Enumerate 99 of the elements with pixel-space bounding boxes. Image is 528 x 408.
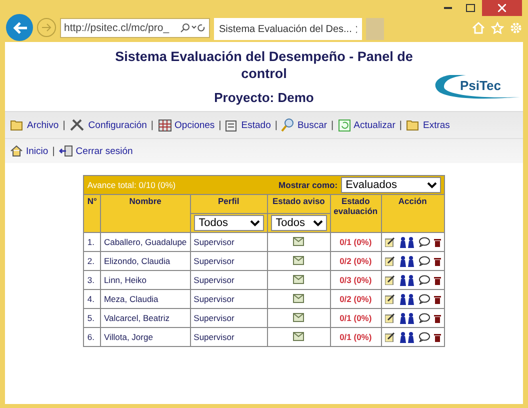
- separator: |: [52, 146, 55, 156]
- table-cell: 0/2 (0%): [330, 252, 382, 270]
- column-header: Nombre: [100, 194, 190, 232]
- column-header: Acción: [381, 194, 444, 232]
- back-arrow-icon[interactable]: [12, 20, 28, 34]
- table-cell: Supervisor: [190, 232, 268, 252]
- menu-link[interactable]: Actualizar: [338, 118, 396, 132]
- search-icon: [281, 118, 294, 132]
- separator: |: [150, 120, 154, 130]
- profile-filter[interactable]: Todos: [194, 215, 264, 231]
- trash-icon[interactable]: [434, 256, 441, 266]
- table-cell: Supervisor: [190, 270, 268, 290]
- edit-icon[interactable]: [384, 256, 395, 266]
- edit-icon[interactable]: [384, 237, 395, 247]
- column-header: N°: [84, 194, 100, 232]
- refresh-icon: [338, 118, 351, 132]
- envelope-icon[interactable]: [293, 332, 304, 340]
- minimize-icon[interactable]: [444, 7, 452, 9]
- progress-text: Avance total: 0/10 (0%): [87, 180, 176, 190]
- folder-icon: [10, 119, 24, 131]
- close-button[interactable]: [482, 0, 522, 16]
- menu-link[interactable]: Estado: [225, 118, 271, 132]
- menu-link[interactable]: Cerrar sesión: [58, 145, 133, 157]
- menu-link[interactable]: Inicio: [10, 145, 48, 157]
- menu-link[interactable]: Extras: [406, 119, 450, 131]
- maximize-icon[interactable]: [466, 4, 475, 12]
- trash-icon[interactable]: [434, 314, 441, 322]
- separator: |: [62, 120, 66, 130]
- edit-icon[interactable]: [384, 275, 395, 285]
- table-cell: Supervisor: [190, 290, 268, 308]
- people-icon[interactable]: [398, 312, 415, 324]
- exit-icon: [58, 145, 73, 157]
- column-header: Perfil: [190, 194, 268, 214]
- separator: |: [331, 120, 334, 130]
- trash-icon[interactable]: [434, 332, 441, 342]
- project-title: Proyecto: Demo: [213, 90, 315, 105]
- people-icon[interactable]: [398, 332, 415, 342]
- envelope-icon[interactable]: [293, 294, 304, 302]
- table-cell: 1.: [84, 232, 100, 252]
- column-header: Estado evaluación: [330, 194, 382, 232]
- menu-link[interactable]: Archivo: [10, 119, 59, 131]
- menu-link[interactable]: Configuración: [69, 118, 147, 132]
- speech-bubble-icon[interactable]: [418, 294, 430, 304]
- separator: |: [218, 120, 222, 130]
- table-cell: 3.: [84, 270, 100, 290]
- speech-bubble-icon[interactable]: [418, 332, 430, 342]
- people-icon[interactable]: [398, 236, 415, 248]
- speech-bubble-icon[interactable]: [418, 237, 430, 247]
- table-cell: Caballero, Guadalupe: [100, 232, 190, 252]
- folder-icon: [406, 119, 420, 131]
- trash-icon[interactable]: [434, 238, 441, 246]
- table-cell: Villota, Jorge: [100, 328, 190, 346]
- envelope-icon[interactable]: [293, 236, 304, 246]
- table-cell: Valcarcel, Beatriz: [100, 308, 190, 328]
- people-icon[interactable]: [398, 274, 415, 286]
- table-cell: 6.: [84, 328, 100, 346]
- page-title: Sistema Evaluación del Desempeño - Panel de control: [114, 48, 414, 82]
- home-icon: [10, 145, 23, 157]
- edit-icon[interactable]: [384, 294, 395, 304]
- table-cell: Meza, Claudia: [100, 290, 190, 308]
- table-cell: 0/3 (0%): [330, 270, 382, 290]
- envelope-icon[interactable]: [293, 274, 304, 284]
- table-cell: Supervisor: [190, 252, 268, 270]
- grid-icon: [158, 118, 172, 132]
- notice-filter[interactable]: Todos: [270, 215, 327, 231]
- people-icon[interactable]: [398, 294, 415, 304]
- table-cell: Supervisor: [190, 328, 268, 346]
- table-cell: Linn, Heiko: [100, 270, 190, 290]
- table-cell: 2.: [84, 252, 100, 270]
- back-button[interactable]: [6, 14, 33, 41]
- star-icon[interactable]: [491, 22, 504, 34]
- table-cell: 0/1 (0%): [330, 308, 382, 328]
- separator: |: [274, 120, 278, 130]
- browser-tab[interactable]: Sistema Evaluación del Des...: [214, 18, 362, 40]
- table-cell: 0/1 (0%): [330, 232, 382, 252]
- column-header: Estado aviso: [267, 194, 330, 214]
- speech-bubble-icon[interactable]: [418, 275, 430, 285]
- trash-icon[interactable]: [434, 276, 441, 284]
- show-as-label: Mostrar como:: [278, 180, 338, 190]
- people-icon[interactable]: [398, 256, 415, 266]
- trash-icon[interactable]: [434, 294, 441, 304]
- edit-icon[interactable]: [384, 313, 395, 323]
- table-cell: 0/1 (0%): [330, 328, 382, 346]
- address-bar[interactable]: http://psitec.cl/mc/pro_: [60, 18, 210, 38]
- table-cell: 0/2 (0%): [330, 290, 382, 308]
- table-cell: 5.: [84, 308, 100, 328]
- speech-bubble-icon[interactable]: [418, 256, 430, 266]
- separator: |: [399, 120, 402, 130]
- show-as-dropdown[interactable]: Evaluados: [340, 177, 441, 193]
- envelope-icon[interactable]: [293, 312, 304, 322]
- table-cell: 4.: [84, 290, 100, 308]
- table-cell: Elizondo, Claudia: [100, 252, 190, 270]
- speech-bubble-icon[interactable]: [418, 313, 430, 323]
- menu-link[interactable]: Buscar: [281, 118, 328, 132]
- document-icon: [225, 118, 238, 132]
- envelope-icon[interactable]: [293, 256, 304, 264]
- edit-icon[interactable]: [384, 332, 395, 342]
- menu-link[interactable]: Opciones: [158, 118, 215, 132]
- table-cell: Supervisor: [190, 308, 268, 328]
